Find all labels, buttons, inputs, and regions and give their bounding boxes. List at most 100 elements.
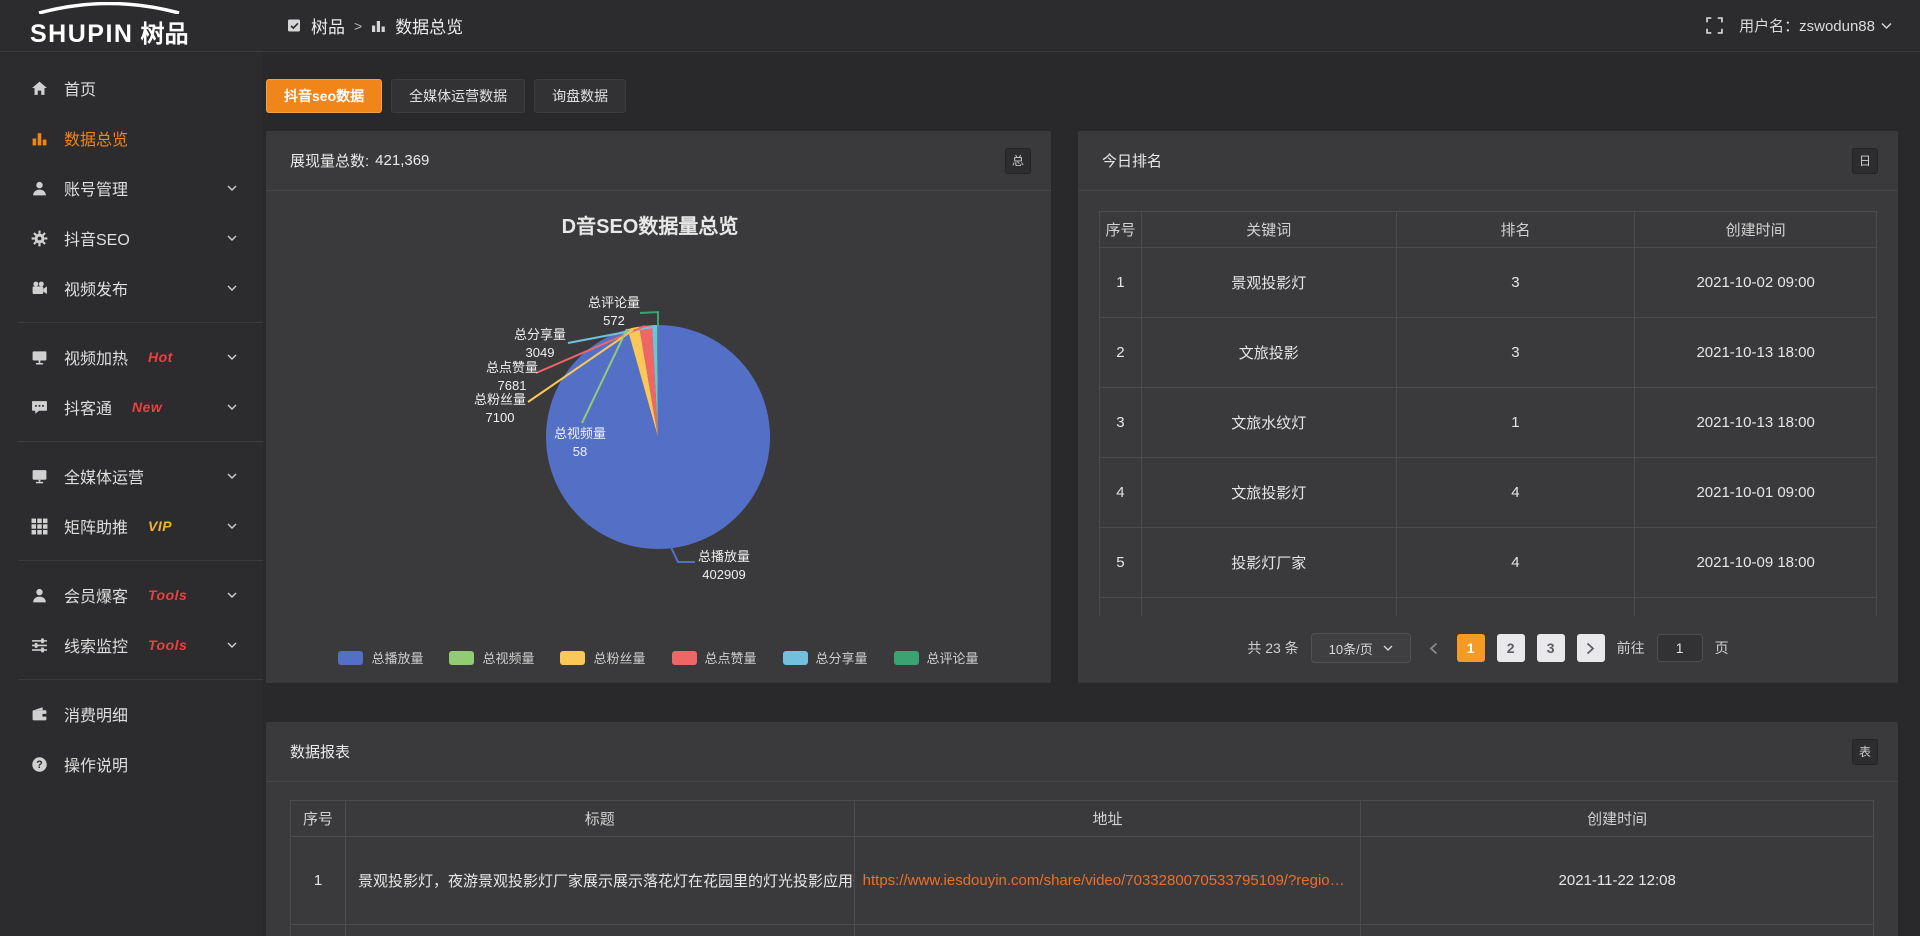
sidebar-item-douyin-seo[interactable]: 抖音SEO [0, 213, 263, 263]
table-badge-button[interactable]: 表 [1852, 739, 1878, 765]
page-button-2[interactable]: 2 [1497, 634, 1525, 662]
tab-all-media[interactable]: 全媒体运营数据 [391, 79, 525, 113]
video-title-cell: 景观投影灯，夜游景观投影灯厂家展示展示落花灯在花园里的灯光投影应用效果 # [346, 837, 855, 925]
logo-text-en: SHUPIN [30, 20, 133, 49]
sidebar-item-member-tools[interactable]: 会员爆客 Tools [0, 570, 263, 620]
legend-swatch [338, 651, 363, 665]
sidebar-item-data-overview[interactable]: 数据总览 [0, 113, 263, 163]
table-cell: 3 [1397, 318, 1636, 388]
chevron-down-icon [223, 354, 241, 361]
table-cell: 4 [1397, 458, 1636, 528]
column-header: 序号 [1100, 212, 1142, 248]
user-menu[interactable]: 用户名：zswodun88 [1739, 15, 1892, 36]
legend-item-shares[interactable]: 总分享量 [783, 648, 868, 667]
sidebar-item-clue-monitor[interactable]: 线索监控 Tools [0, 620, 263, 670]
sidebar-item-label: 全媒体运营 [64, 464, 144, 488]
breadcrumb-root-icon [287, 18, 302, 33]
pie-label-name: 总播放量 [698, 549, 750, 564]
chevron-down-icon [223, 592, 241, 599]
sidebar-item-video-heat[interactable]: 视频加热 Hot [0, 332, 263, 382]
top-bar: SHUPIN 树品 树品 > 数据总览 用户名：zswodun88 [0, 0, 1920, 52]
pagination: 共 23 条 10条/页 1 2 3 前往 页 [1078, 633, 1898, 663]
column-header: 地址 [855, 801, 1362, 837]
legend-label: 总视频量 [482, 648, 534, 667]
chevron-down-icon [223, 235, 241, 242]
overview-panel-header: 展现量总数: 421,369 总 [266, 131, 1051, 191]
page-button-1[interactable]: 1 [1457, 634, 1485, 662]
fullscreen-icon[interactable] [1706, 17, 1723, 34]
table-row: 3 文旅水纹灯 1 2021-10-13 18:00 [1100, 388, 1877, 458]
chevron-down-icon [223, 523, 241, 530]
sidebar-item-matrix-boost[interactable]: 矩阵助推 VIP [0, 501, 263, 551]
bar-chart-icon [30, 130, 48, 147]
table-cell: 1 [1100, 248, 1142, 318]
movie-camera-icon [30, 280, 48, 297]
table-cell: 文旅水纹灯 [1142, 388, 1397, 458]
table-cell: 1 [291, 837, 346, 925]
tab-douyin-seo[interactable]: 抖音seo数据 [266, 79, 382, 113]
day-badge-button[interactable]: 日 [1852, 148, 1878, 174]
page-size-select[interactable]: 10条/页 [1311, 633, 1411, 663]
column-header: 关键词 [1142, 212, 1397, 248]
sidebar-item-help[interactable]: ? 操作说明 [0, 739, 263, 789]
table-cell: 2 [1100, 318, 1142, 388]
breadcrumb-root[interactable]: 树品 [311, 13, 345, 38]
sidebar-item-video-publish[interactable]: 视频发布 [0, 263, 263, 313]
table-cell: 5 [1100, 528, 1142, 598]
chevron-down-icon [1881, 22, 1892, 30]
sidebar: 首页 数据总览 账号管理 抖音SEO 视频发布 视频加热 Hot 抖客通 New… [0, 52, 263, 936]
legend-label: 总评论量 [927, 648, 979, 667]
table-cell: 文旅投影灯 [1142, 458, 1397, 528]
legend-label: 总分享量 [816, 648, 868, 667]
table-cell [1361, 925, 1874, 936]
report-table: 序号 标题 地址 创建时间 1 景观投影灯，夜游景观投影灯厂家展示展示落花灯在花… [290, 800, 1874, 936]
legend-item-fans[interactable]: 总粉丝量 [560, 648, 645, 667]
vip-badge: VIP [148, 518, 172, 534]
table-cell: 2021-10-09 18:00 [1635, 528, 1877, 598]
breadcrumb: 树品 > 数据总览 [287, 13, 463, 38]
sidebar-item-doukeTong[interactable]: 抖客通 New [0, 382, 263, 432]
logo-arc-icon [34, 2, 184, 14]
table-cell [291, 925, 346, 936]
tab-inquiry[interactable]: 询盘数据 [534, 79, 626, 113]
gear-icon [30, 230, 48, 247]
table-cell: 文旅投影 [1142, 318, 1397, 388]
legend-item-likes[interactable]: 总点赞量 [672, 648, 757, 667]
sidebar-item-home[interactable]: 首页 [0, 63, 263, 113]
table-cell: 4 [1397, 528, 1636, 598]
page-button-3[interactable]: 3 [1537, 634, 1565, 662]
table-cell: 2021-10-13 18:00 [1635, 318, 1877, 388]
table-cell: 1 [1397, 388, 1636, 458]
total-badge-button[interactable]: 总 [1005, 148, 1031, 174]
video-url-link[interactable]: https://www.iesdouyin.com/share/video/70… [855, 837, 1362, 925]
legend-swatch [449, 651, 474, 665]
display-icon [30, 349, 48, 366]
home-icon [30, 80, 48, 97]
table-cell: 2021-10-01 09:00 [1635, 458, 1877, 528]
sidebar-divider [18, 560, 263, 561]
logo-text-cn: 树品 [140, 14, 188, 49]
column-header: 创建时间 [1635, 212, 1877, 248]
chart-legend: 总播放量 总视频量 总粉丝量 总点赞量 总分享量 总评论量 [266, 648, 1051, 667]
prev-page-button[interactable] [1423, 642, 1445, 655]
table-header-row: 序号 标题 地址 创建时间 [291, 801, 1874, 837]
sidebar-item-consumption[interactable]: 消费明细 [0, 689, 263, 739]
table-cell [1100, 598, 1142, 616]
sidebar-item-label: 消费明细 [64, 702, 128, 726]
next-page-button[interactable] [1577, 634, 1605, 662]
legend-item-plays[interactable]: 总播放量 [338, 648, 423, 667]
table-cell: 2021-10-02 09:00 [1635, 248, 1877, 318]
pie-label-name: 总点赞量 [486, 360, 538, 375]
table-cell [346, 925, 855, 936]
breadcrumb-current: 数据总览 [395, 13, 463, 38]
total-impressions-value: 421,369 [375, 152, 429, 169]
table-row: 5 投影灯厂家 4 2021-10-09 18:00 [1100, 528, 1877, 598]
sidebar-item-all-media[interactable]: 全媒体运营 [0, 451, 263, 501]
sidebar-item-account[interactable]: 账号管理 [0, 163, 263, 213]
chevron-down-icon [223, 285, 241, 292]
legend-item-comments[interactable]: 总评论量 [894, 648, 979, 667]
goto-page-input[interactable] [1657, 634, 1703, 662]
sidebar-item-label: 线索监控 [64, 633, 128, 657]
legend-item-videos[interactable]: 总视频量 [449, 648, 534, 667]
legend-label: 总播放量 [371, 648, 423, 667]
